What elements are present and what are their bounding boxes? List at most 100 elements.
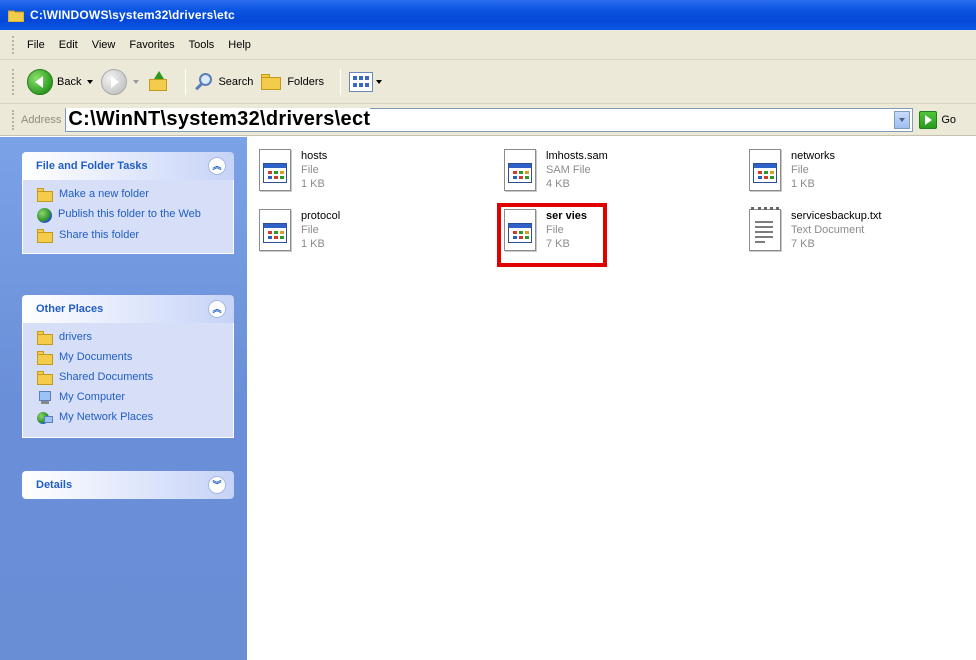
search-label: Search: [218, 75, 254, 88]
forward-arrow-icon: [101, 68, 128, 95]
file-size: 1 KB: [301, 238, 325, 250]
back-button[interactable]: Back: [27, 67, 94, 97]
make-new-folder-link[interactable]: Make a new folder: [37, 188, 233, 202]
panel-body: Make a new folder Publish this folder to…: [22, 180, 234, 254]
file-type: Text Document: [791, 224, 865, 236]
menu-favorites[interactable]: Favorites: [129, 39, 174, 51]
file-type: File: [791, 164, 809, 176]
folders-label: Folders: [287, 75, 325, 88]
title-bar: C:\WINDOWS\system32\drivers\etc: [0, 0, 976, 30]
panel-header[interactable]: File and Folder Tasks ︽: [22, 152, 234, 180]
file-item[interactable]: lmhosts.sam SAM File 4 KB: [502, 147, 608, 193]
place-label: drivers: [59, 331, 93, 343]
text-document-icon: [747, 207, 783, 253]
file-item[interactable]: servicesbackup.txt Text Document 7 KB: [747, 207, 881, 253]
red-highlight-box: [497, 203, 607, 267]
file-size: 1 KB: [791, 178, 815, 190]
file-size: 1 KB: [301, 178, 325, 190]
task-label: Share this folder: [59, 229, 140, 241]
new-folder-icon: [37, 188, 53, 202]
address-label: Address: [21, 113, 62, 126]
place-drivers-link[interactable]: drivers: [37, 331, 233, 345]
menu-tools[interactable]: Tools: [189, 39, 215, 51]
panel-title: Other Places: [36, 303, 104, 315]
shared-documents-icon: [37, 371, 53, 385]
other-places-panel: Other Places ︽ drivers My Documents Shar…: [22, 295, 234, 438]
file-item[interactable]: protocol File 1 KB: [257, 207, 340, 253]
toolbar-grip[interactable]: [12, 68, 15, 95]
details-panel: Details ︾: [22, 471, 234, 499]
system-file-icon: [257, 207, 293, 253]
back-arrow-icon: [27, 68, 53, 95]
up-folder-button[interactable]: [147, 67, 169, 97]
file-name: servicesbackup.txt: [791, 210, 882, 222]
file-name: networks: [791, 150, 836, 162]
publish-to-web-link[interactable]: Publish this folder to the Web: [37, 208, 233, 223]
panel-header[interactable]: Details ︾: [22, 471, 234, 499]
task-label: Publish this folder to the Web: [58, 208, 201, 220]
menu-help[interactable]: Help: [228, 39, 251, 51]
file-item[interactable]: networks File 1 KB: [747, 147, 835, 193]
file-type: File: [301, 224, 319, 236]
go-label: Go: [941, 113, 957, 126]
address-bar: Address C:\WinNT\system32\drivers\ect Go: [0, 104, 976, 136]
go-arrow-icon: [919, 110, 938, 129]
task-pane: File and Folder Tasks ︽ Make a new folde…: [0, 137, 247, 660]
toolbar-grip[interactable]: [12, 35, 15, 54]
toolbar-grip[interactable]: [12, 109, 15, 130]
system-file-icon: [257, 147, 293, 193]
my-documents-icon: [37, 351, 53, 365]
file-name: lmhosts.sam: [546, 150, 608, 162]
system-file-icon: [747, 147, 783, 193]
system-file-icon: [502, 147, 538, 193]
views-icon: [349, 71, 374, 92]
toolbar-separator: [340, 68, 342, 95]
file-type: SAM File: [546, 164, 591, 176]
address-value: C:\WinNT\system32\drivers\ect: [66, 108, 371, 131]
collapse-chevron-icon[interactable]: ︽: [208, 157, 226, 175]
task-label: Make a new folder: [59, 188, 149, 200]
menu-view[interactable]: View: [92, 39, 116, 51]
file-folder-tasks-panel: File and Folder Tasks ︽ Make a new folde…: [22, 152, 234, 254]
search-button[interactable]: Search: [194, 67, 253, 97]
menu-file[interactable]: File: [27, 39, 45, 51]
place-my-documents-link[interactable]: My Documents: [37, 351, 233, 365]
my-computer-icon: [37, 391, 53, 405]
chevron-down-icon[interactable]: [376, 79, 383, 84]
chevron-down-icon[interactable]: [133, 79, 140, 84]
place-label: Shared Documents: [59, 371, 154, 383]
file-size: 7 KB: [791, 238, 815, 250]
globe-icon: [37, 208, 52, 223]
up-folder-icon: [147, 70, 169, 93]
forward-button[interactable]: [101, 67, 140, 97]
panel-header[interactable]: Other Places ︽: [22, 295, 234, 323]
collapse-chevron-icon[interactable]: ︽: [208, 300, 226, 318]
window-title: C:\WINDOWS\system32\drivers\etc: [30, 8, 235, 22]
folder-icon: [37, 331, 53, 345]
views-button[interactable]: [349, 67, 383, 97]
file-list: hosts File 1 KB lmhosts.sam SAM File 4 K…: [247, 137, 976, 660]
go-button[interactable]: Go: [919, 110, 957, 129]
address-input[interactable]: C:\WinNT\system32\drivers\ect: [65, 107, 914, 132]
file-type: File: [301, 164, 319, 176]
folder-icon: [7, 9, 25, 22]
expand-chevron-icon[interactable]: ︾: [208, 476, 226, 494]
place-shared-documents-link[interactable]: Shared Documents: [37, 371, 233, 385]
file-item[interactable]: hosts File 1 KB: [257, 147, 327, 193]
place-label: My Network Places: [59, 411, 154, 423]
chevron-down-icon[interactable]: [87, 79, 94, 84]
panel-title: Details: [36, 479, 73, 491]
menu-bar: File Edit View Favorites Tools Help: [0, 30, 976, 60]
place-my-computer-link[interactable]: My Computer: [37, 391, 233, 405]
place-my-network-places-link[interactable]: My Network Places: [37, 411, 233, 425]
folders-icon: [261, 73, 283, 91]
shared-folder-icon: [37, 229, 53, 243]
network-places-icon: [37, 411, 53, 425]
back-label: Back: [57, 75, 82, 88]
folders-button[interactable]: Folders: [261, 67, 324, 97]
share-folder-link[interactable]: Share this folder: [37, 229, 233, 243]
file-name: protocol: [301, 210, 341, 222]
address-dropdown-button[interactable]: [894, 110, 911, 129]
menu-edit[interactable]: Edit: [59, 39, 78, 51]
panel-title: File and Folder Tasks: [36, 160, 148, 172]
